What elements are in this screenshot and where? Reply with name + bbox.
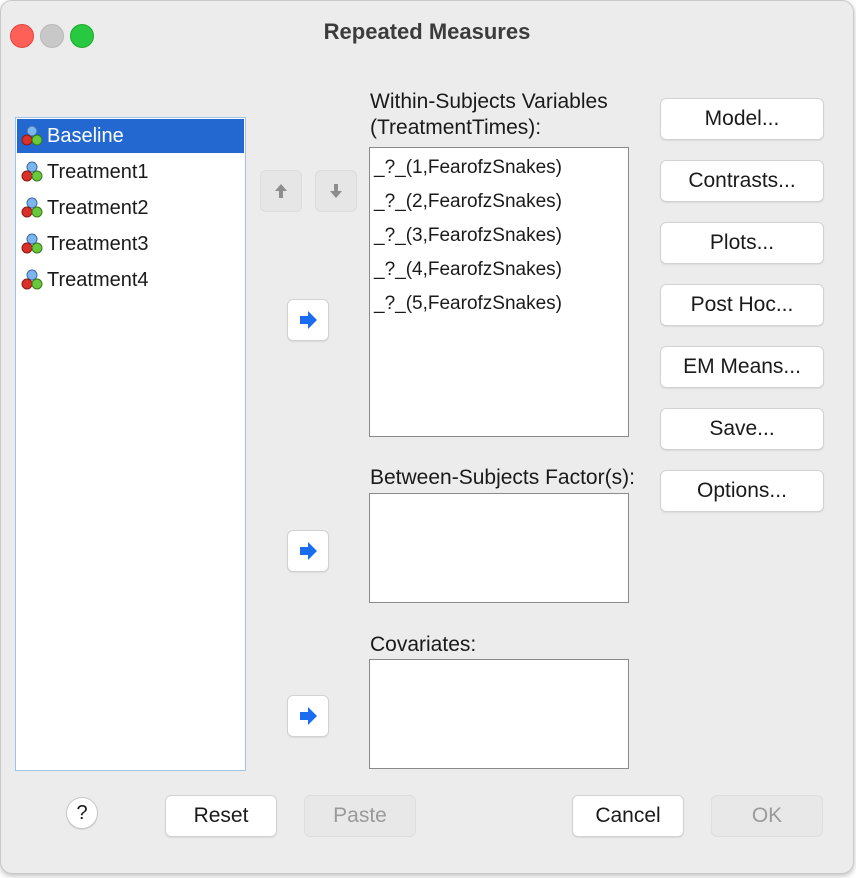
variable-label: Treatment3 bbox=[47, 232, 149, 255]
source-variable-list[interactable]: Baseline Treatment1 Treatment2 Treatment… bbox=[15, 117, 246, 771]
model-button[interactable]: Model... bbox=[660, 98, 824, 140]
scale-variable-icon bbox=[21, 197, 43, 218]
variable-label: Baseline bbox=[47, 124, 124, 147]
arrow-right-icon bbox=[300, 542, 317, 560]
save-button[interactable]: Save... bbox=[660, 408, 824, 450]
title-bar: Repeated Measures bbox=[1, 1, 853, 65]
post-hoc-button[interactable]: Post Hoc... bbox=[660, 284, 824, 326]
covariates-label: Covariates: bbox=[370, 633, 477, 656]
within-item-3[interactable]: _?_(3,FearofzSnakes) bbox=[374, 219, 562, 253]
move-to-within-button[interactable] bbox=[287, 299, 329, 341]
ok-button[interactable]: OK bbox=[711, 795, 823, 837]
scale-variable-icon bbox=[21, 269, 43, 290]
variable-item-treatment2[interactable]: Treatment2 bbox=[17, 191, 244, 225]
between-subjects-label: Between-Subjects Factor(s): bbox=[370, 466, 635, 489]
variable-item-baseline[interactable]: Baseline bbox=[17, 119, 244, 153]
reset-button[interactable]: Reset bbox=[165, 795, 277, 837]
options-button[interactable]: Options... bbox=[660, 470, 824, 512]
variable-item-treatment1[interactable]: Treatment1 bbox=[17, 155, 244, 189]
plots-button[interactable]: Plots... bbox=[660, 222, 824, 264]
move-to-covariates-button[interactable] bbox=[287, 695, 329, 737]
help-button[interactable]: ? bbox=[66, 797, 98, 829]
variable-label: Treatment4 bbox=[47, 268, 149, 291]
within-item-2[interactable]: _?_(2,FearofzSnakes) bbox=[374, 185, 562, 219]
variable-label: Treatment1 bbox=[47, 160, 149, 183]
move-to-between-button[interactable] bbox=[287, 530, 329, 572]
arrow-right-icon bbox=[300, 707, 317, 725]
covariates-list[interactable] bbox=[369, 659, 629, 769]
within-subjects-label: Within-Subjects Variables (TreatmentTime… bbox=[370, 90, 608, 139]
window-title: Repeated Measures bbox=[323, 19, 531, 44]
arrow-up-icon bbox=[275, 184, 287, 198]
within-item-1[interactable]: _?_(1,FearofzSnakes) bbox=[374, 151, 562, 185]
scale-variable-icon bbox=[21, 125, 43, 146]
repeated-measures-dialog: Repeated Measures Baseline Treatment1 Tr… bbox=[0, 0, 854, 874]
within-item-5[interactable]: _?_(5,FearofzSnakes) bbox=[374, 287, 562, 321]
arrow-down-icon bbox=[330, 184, 342, 198]
contrasts-button[interactable]: Contrasts... bbox=[660, 160, 824, 202]
move-down-button[interactable] bbox=[315, 170, 357, 212]
move-up-button[interactable] bbox=[260, 170, 302, 212]
arrow-right-icon bbox=[300, 311, 317, 329]
variable-item-treatment3[interactable]: Treatment3 bbox=[17, 227, 244, 261]
within-item-4[interactable]: _?_(4,FearofzSnakes) bbox=[374, 253, 562, 287]
within-subjects-list[interactable]: _?_(1,FearofzSnakes) _?_(2,FearofzSnakes… bbox=[369, 147, 629, 437]
scale-variable-icon bbox=[21, 161, 43, 182]
variable-label: Treatment2 bbox=[47, 196, 149, 219]
paste-button[interactable]: Paste bbox=[304, 795, 416, 837]
scale-variable-icon bbox=[21, 233, 43, 254]
cancel-button[interactable]: Cancel bbox=[572, 795, 684, 837]
em-means-button[interactable]: EM Means... bbox=[660, 346, 824, 388]
between-subjects-list[interactable] bbox=[369, 493, 629, 603]
variable-item-treatment4[interactable]: Treatment4 bbox=[17, 263, 244, 297]
